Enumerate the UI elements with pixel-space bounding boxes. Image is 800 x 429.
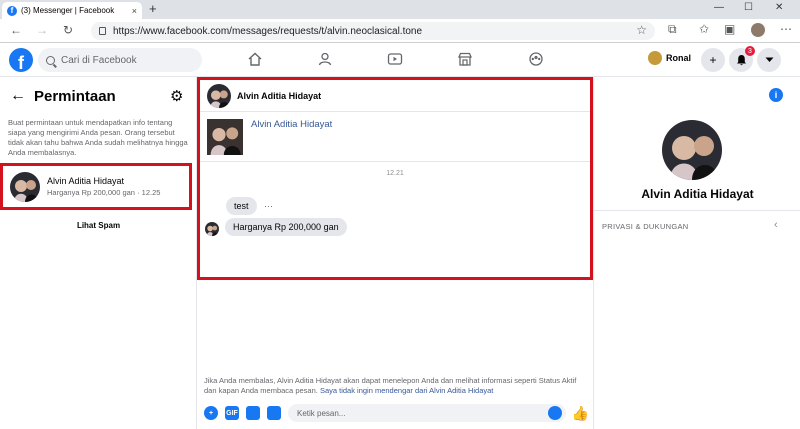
search-placeholder: Cari di Facebook — [61, 54, 137, 66]
panel-divider — [594, 210, 800, 211]
window-close-button[interactable]: ✕ — [775, 2, 783, 13]
user-name: Ronal — [666, 53, 692, 63]
gif-icon[interactable]: GIF — [225, 406, 239, 420]
browser-tab[interactable]: f (3) Messenger | Facebook × — [2, 2, 142, 19]
watch-icon[interactable] — [386, 51, 404, 67]
favorites-icon[interactable]: ✩ — [699, 22, 709, 36]
home-icon[interactable] — [246, 51, 264, 67]
back-icon[interactable]: ← — [10, 23, 22, 37]
sticker-icon[interactable] — [246, 406, 260, 420]
maximize-button[interactable]: ☐ — [744, 2, 753, 13]
minimize-button[interactable]: — — [714, 2, 724, 13]
marketplace-icon[interactable] — [456, 51, 474, 67]
browser-tab-bar: f (3) Messenger | Facebook × + — ☐ ✕ — [0, 0, 800, 19]
contact-name: Alvin Aditia Hidayat — [641, 187, 754, 201]
page-title: Permintaan — [34, 87, 116, 105]
request-name: Alvin Aditia Hidayat — [47, 176, 125, 186]
privacy-support-section[interactable]: PRIVASI & DUKUNGAN — [602, 222, 689, 231]
header-divider — [200, 111, 590, 112]
requests-sidebar: ← Permintaan ⚙ Buat permintaan untuk men… — [0, 77, 197, 429]
contact-avatar — [10, 171, 40, 202]
account-menu-button[interactable] — [757, 48, 781, 72]
facebook-logo-icon[interactable]: f — [9, 48, 33, 72]
url-field[interactable]: https://www.facebook.com/messages/reques… — [91, 22, 655, 40]
profile-card-name[interactable]: Alvin Aditia Hidayat — [251, 119, 332, 130]
facebook-search-input[interactable]: Cari di Facebook — [38, 48, 202, 72]
chevron-left-icon[interactable]: ‹ — [774, 219, 778, 231]
contact-info-panel: i Alvin Aditia Hidayat PRIVASI & DUKUNGA… — [593, 77, 800, 429]
emoji-icon[interactable] — [547, 406, 562, 420]
browser-profile-avatar[interactable] — [751, 23, 765, 37]
info-icon[interactable]: i — [769, 88, 783, 102]
facebook-favicon-icon: f — [7, 5, 17, 16]
user-avatar — [648, 51, 662, 65]
conversation-panel: Alvin Aditia Hidayat Alvin Aditia Hidaya… — [197, 77, 593, 429]
like-thumb-icon[interactable]: 👍 — [572, 405, 589, 422]
url-text: https://www.facebook.com/messages/reques… — [113, 25, 423, 37]
sender-avatar — [205, 222, 219, 236]
back-arrow-icon[interactable]: ← — [10, 87, 26, 105]
message-bubble[interactable]: test — [226, 197, 257, 215]
profile-card[interactable]: Alvin Aditia Hidayat — [207, 113, 587, 161]
bell-icon — [736, 55, 746, 66]
collections-icon[interactable]: ▣ — [724, 22, 735, 36]
lock-icon — [99, 27, 106, 35]
conversation-header[interactable]: Alvin Aditia Hidayat — [207, 84, 321, 108]
reload-icon[interactable]: ↻ — [63, 23, 73, 37]
friends-icon[interactable] — [316, 51, 334, 67]
facebook-top-nav: f Cari di Facebook Ronal + 3 — [0, 43, 800, 77]
forward-icon[interactable]: → — [36, 23, 48, 37]
new-tab-button[interactable]: + — [149, 1, 157, 16]
create-button[interactable]: + — [701, 48, 725, 72]
message-input-placeholder: Ketik pesan... — [297, 408, 346, 418]
tab-title: (3) Messenger | Facebook — [21, 6, 115, 15]
photo-icon[interactable] — [267, 406, 281, 420]
notification-badge: 3 — [745, 46, 755, 56]
message-input[interactable]: Ketik pesan... — [288, 404, 566, 422]
contact-large-avatar[interactable] — [662, 120, 722, 180]
chevron-down-icon — [765, 57, 773, 62]
reply-notice: Jika Anda membalas, Alvin Aditia Hidayat… — [204, 376, 586, 396]
message-composer: + GIF Ketik pesan... 👍 — [204, 403, 589, 423]
message-bubble[interactable]: Harganya Rp 200,000 gan — [225, 218, 347, 236]
profile-card-photo — [207, 119, 243, 155]
browser-menu-icon[interactable]: ⋯ — [780, 22, 792, 36]
request-preview: Harganya Rp 200,000 gan · 12.25 — [47, 188, 161, 197]
tab-close-icon[interactable]: × — [132, 6, 137, 16]
plus-circle-icon[interactable]: + — [204, 406, 218, 420]
requests-info-text: Buat permintaan untuk mendapatkan info t… — [8, 118, 188, 157]
profile-shortcut[interactable]: Ronal — [648, 51, 691, 65]
groups-icon[interactable] — [527, 51, 545, 67]
conversation-avatar — [207, 84, 231, 108]
address-bar-row: ← → ↻ https://www.facebook.com/messages/… — [0, 19, 800, 43]
search-icon — [46, 55, 55, 65]
favorite-star-icon[interactable]: ☆ — [636, 23, 647, 37]
message-timestamp: 12.21 — [386, 170, 404, 177]
gear-icon[interactable]: ⚙ — [170, 87, 183, 105]
extensions-icon[interactable]: ⧉ — [668, 22, 677, 37]
request-list-item[interactable]: Alvin Aditia Hidayat Harganya Rp 200,000… — [0, 163, 192, 210]
card-divider — [200, 161, 590, 162]
view-spam-link[interactable]: Lihat Spam — [0, 221, 197, 230]
message-more-icon[interactable]: ··· — [264, 201, 273, 211]
requests-header: ← Permintaan — [10, 87, 116, 105]
conversation-name: Alvin Aditia Hidayat — [237, 91, 322, 101]
ignore-link[interactable]: Saya tidak ingin mendengar dari Alvin Ad… — [320, 386, 493, 395]
